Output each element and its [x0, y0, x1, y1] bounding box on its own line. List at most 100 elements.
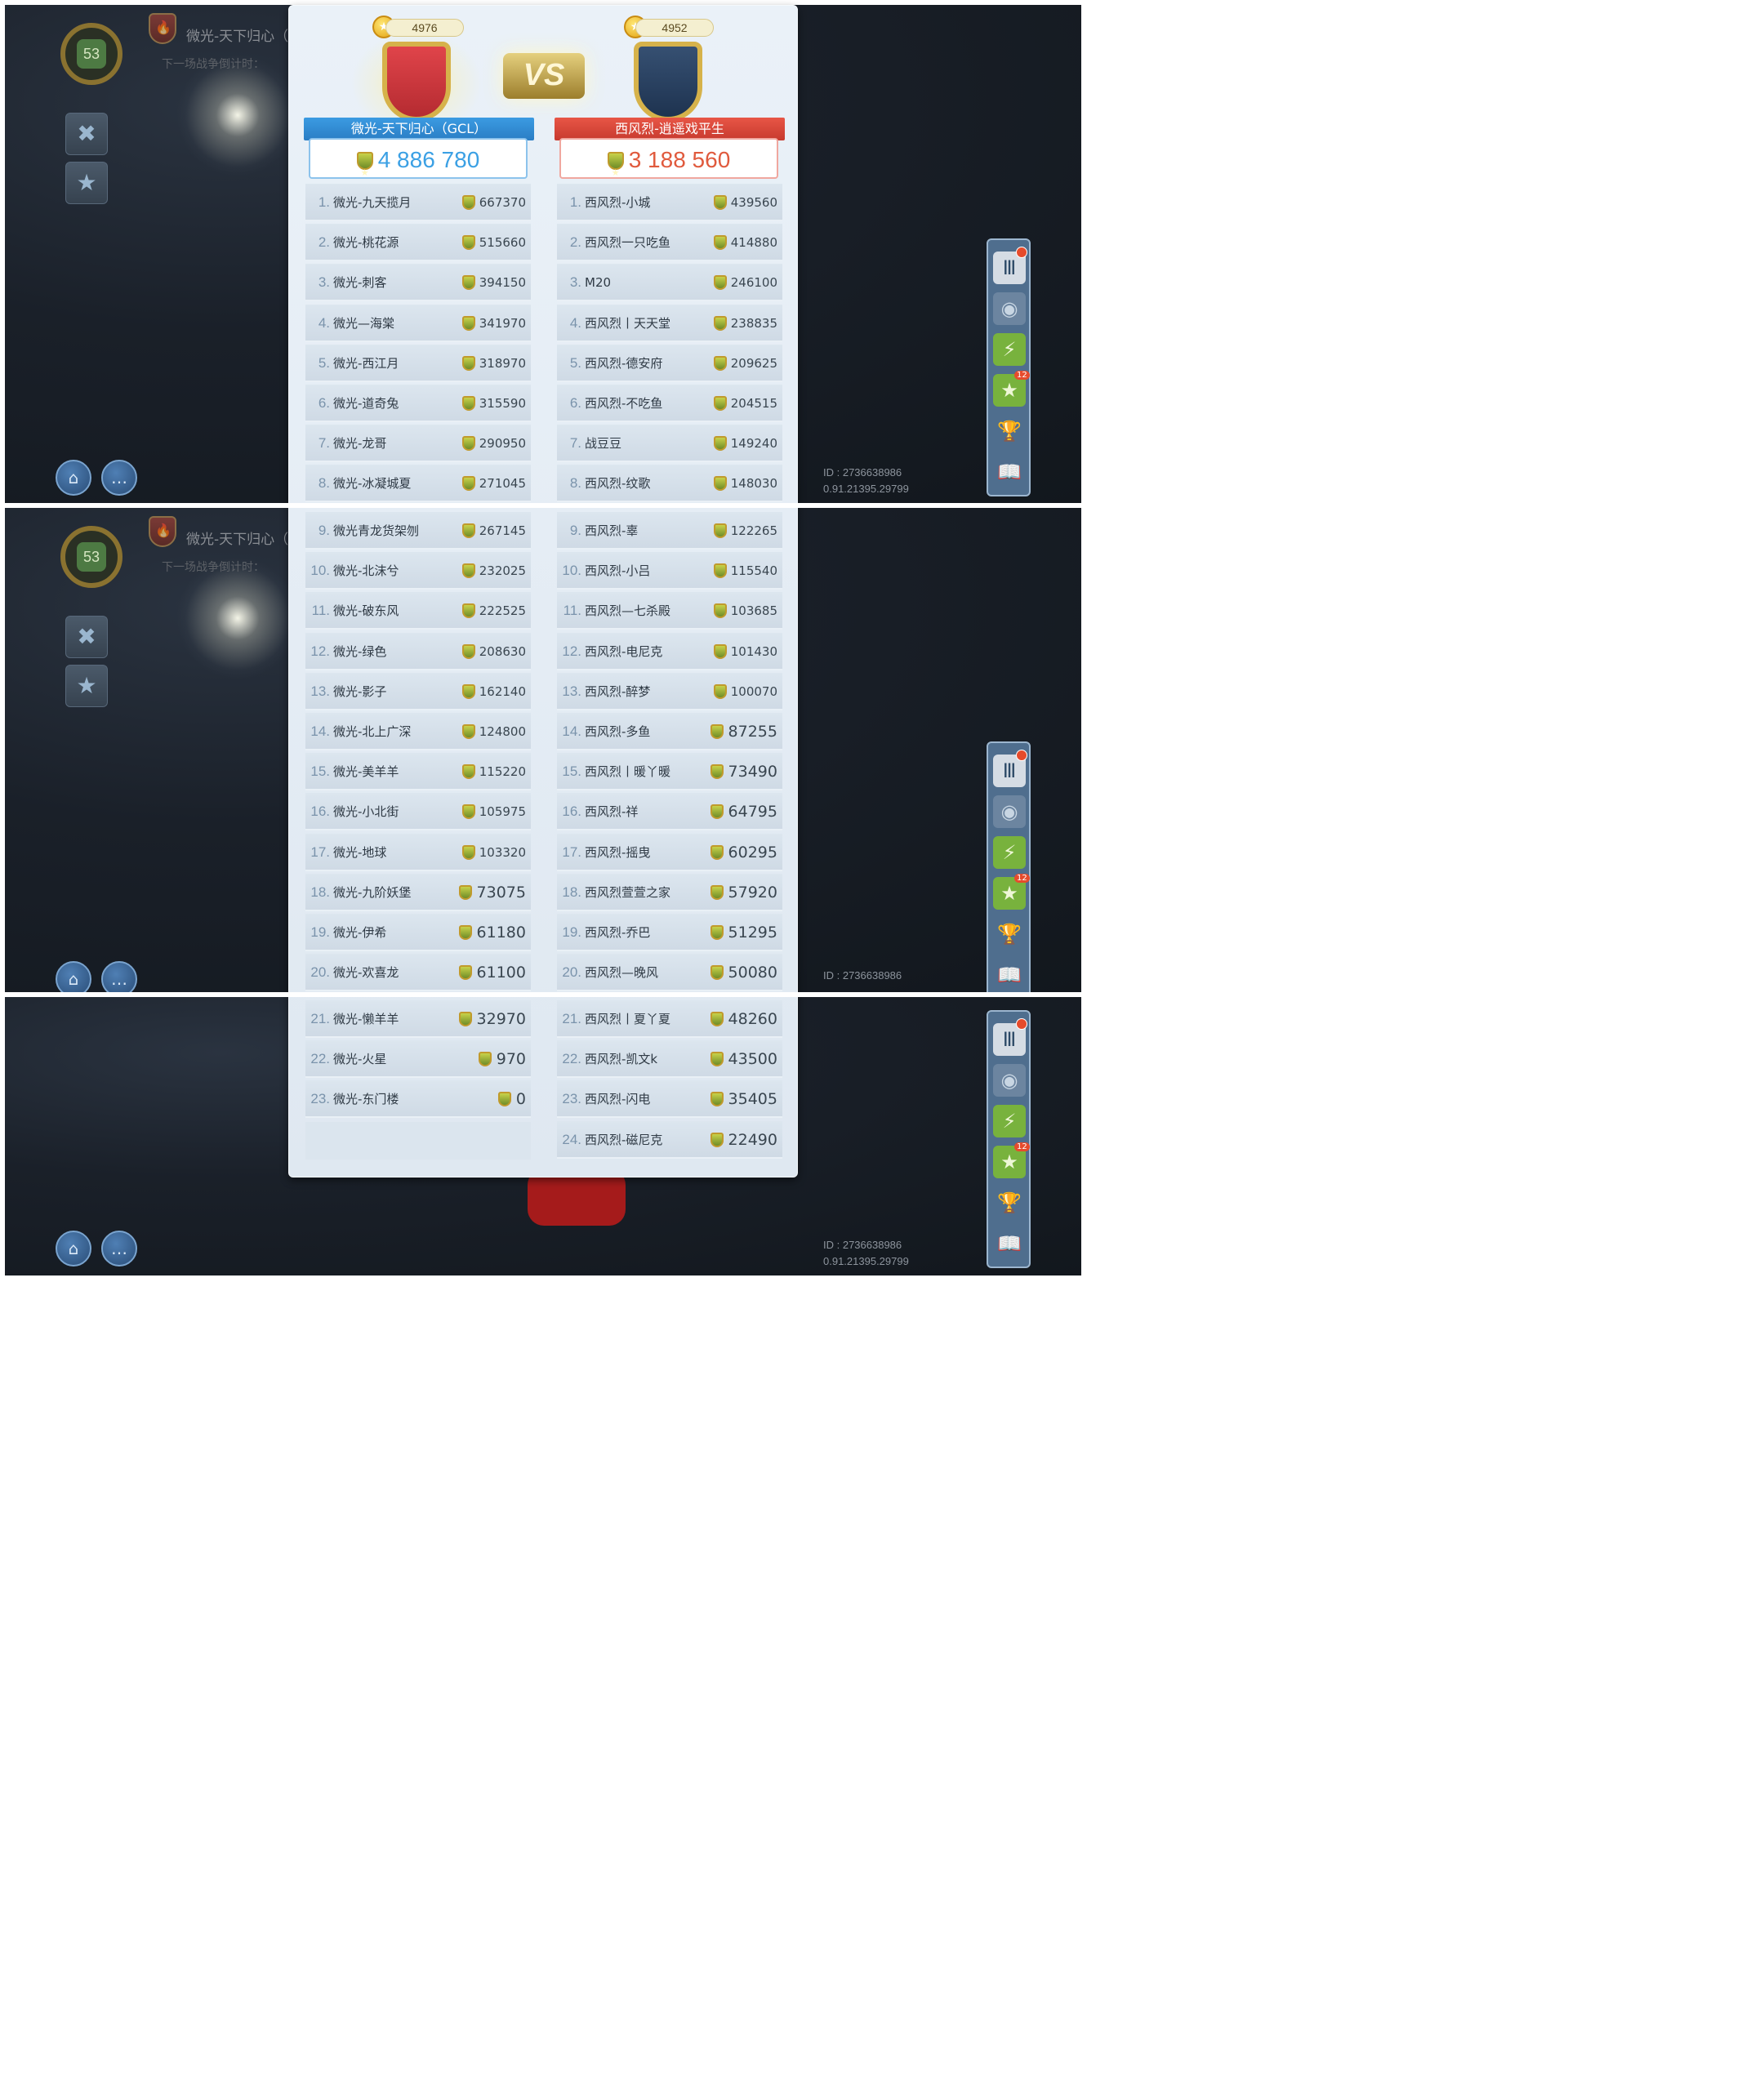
- guide-book-icon[interactable]: 📖: [993, 456, 1026, 488]
- shop-button[interactable]: ★: [65, 665, 108, 707]
- radar-icon[interactable]: ◉: [993, 795, 1026, 828]
- right-member-row[interactable]: 7. 战豆豆 149240: [557, 425, 782, 463]
- left-member-row[interactable]: 2. 微光-桃花源 515660: [305, 224, 531, 262]
- trophy-icon[interactable]: 🏆: [993, 1186, 1026, 1219]
- left-member-row[interactable]: 18. 微光-九阶妖堡 73075: [305, 873, 531, 911]
- left-member-row[interactable]: 23. 微光-东门楼 0: [305, 1080, 531, 1119]
- right-member-row[interactable]: 8. 西风烈-纹歌 148030: [557, 465, 782, 503]
- member-score: 48260: [728, 1010, 777, 1028]
- right-member-row[interactable]: 9. 西风烈-辜 122265: [557, 512, 782, 550]
- left-member-row[interactable]: 3. 微光-刺客 394150: [305, 264, 531, 302]
- right-member-row[interactable]: 2. 西风烈一只吃鱼 414880: [557, 224, 782, 262]
- right-member-row[interactable]: 16. 西风烈-祥 64795: [557, 793, 782, 831]
- right-member-row[interactable]: 18. 西风烈萱萱之家 57920: [557, 873, 782, 911]
- member-rank: 10.: [310, 563, 330, 579]
- member-rank: 23.: [562, 1091, 581, 1107]
- right-member-row[interactable]: 13. 西风烈-醉梦 100070: [557, 672, 782, 710]
- member-score: 64795: [728, 803, 777, 821]
- shop-button[interactable]: ★: [65, 162, 108, 204]
- right-alliance-shield-icon[interactable]: [634, 42, 702, 122]
- left-member-row[interactable]: 4. 微光—海棠 341970: [305, 304, 531, 342]
- member-name: 微光-西江月: [333, 355, 399, 371]
- trophy-icon[interactable]: 🏆: [993, 918, 1026, 950]
- right-member-row[interactable]: 4. 西风烈丨天天堂 238835: [557, 304, 782, 342]
- left-member-row[interactable]: 5. 微光-西江月 318970: [305, 344, 531, 382]
- left-alliance-shield-icon[interactable]: [382, 42, 451, 122]
- right-member-row[interactable]: 5. 西风烈-德安府 209625: [557, 344, 782, 382]
- guide-book-icon[interactable]: 📖: [993, 959, 1026, 991]
- home-button[interactable]: ⌂: [56, 961, 91, 992]
- right-member-row[interactable]: 19. 西风烈-乔巴 51295: [557, 914, 782, 951]
- left-member-row[interactable]: 6. 微光-道奇兔 315590: [305, 385, 531, 422]
- right-member-row[interactable]: 14. 西风烈-多鱼 87255: [557, 713, 782, 750]
- right-member-row[interactable]: 21. 西风烈丨夏丫夏 48260: [557, 1000, 782, 1038]
- guide-book-icon[interactable]: 📖: [993, 1227, 1026, 1260]
- member-rank: 21.: [562, 1011, 581, 1026]
- member-rank: 7.: [318, 435, 330, 452]
- right-member-row[interactable]: 23. 西风烈-闪电 35405: [557, 1080, 782, 1119]
- tools-button[interactable]: ✖: [65, 113, 108, 155]
- member-score: 50080: [728, 964, 777, 982]
- right-member-row[interactable]: 17. 西风烈-摇曳 60295: [557, 833, 782, 871]
- right-member-row[interactable]: 11. 西风烈—七杀殿 103685: [557, 592, 782, 630]
- left-member-row[interactable]: 14. 微光-北上广深 124800: [305, 713, 531, 750]
- energy-card-icon[interactable]: ⚡: [993, 836, 1026, 869]
- home-icon: ⌂: [68, 969, 79, 989]
- right-member-row[interactable]: 1. 西风烈-小城 439560: [557, 184, 782, 221]
- left-member-row[interactable]: 16. 微光-小北街 105975: [305, 793, 531, 831]
- alliance-emblem-icon: [149, 516, 176, 547]
- left-member-row[interactable]: 17. 微光-地球 103320: [305, 833, 531, 871]
- right-member-row[interactable]: 10. 西风烈-小吕 115540: [557, 552, 782, 590]
- left-member-row[interactable]: 22. 微光-火星 970: [305, 1040, 531, 1079]
- left-member-row[interactable]: 21. 微光-懒羊羊 32970: [305, 1000, 531, 1038]
- left-member-row[interactable]: 1. 微光-九天揽月 667370: [305, 184, 531, 221]
- left-member-row[interactable]: 12. 微光-绿色 208630: [305, 632, 531, 670]
- left-member-row[interactable]: 15. 微光-美羊羊 115220: [305, 753, 531, 791]
- right-member-row[interactable]: 15. 西风烈丨暖丫暖 73490: [557, 753, 782, 791]
- member-name: 微光-地球: [333, 844, 387, 860]
- left-member-row[interactable]: 19. 微光-伊希 61180: [305, 914, 531, 951]
- radar-icon[interactable]: ◉: [993, 292, 1026, 325]
- medal-shield-icon: [710, 724, 724, 739]
- right-member-row[interactable]: 3. M20 246100: [557, 264, 782, 302]
- left-member-row[interactable]: 8. 微光-冰凝城夏 271045: [305, 465, 531, 503]
- left-member-row[interactable]: 9. 微光青龙货架刎 267145: [305, 512, 531, 550]
- right-member-row[interactable]: 20. 西风烈—晚风 50080: [557, 954, 782, 992]
- chat-button[interactable]: …: [101, 460, 137, 496]
- left-member-row[interactable]: 13. 微光-影子 162140: [305, 672, 531, 710]
- trophy-icon[interactable]: 🏆: [993, 415, 1026, 447]
- radar-icon[interactable]: ◉: [993, 1064, 1026, 1097]
- member-score: 208630: [479, 643, 526, 659]
- member-rank: 3.: [318, 274, 330, 291]
- member-rank: 4.: [318, 314, 330, 331]
- right-member-row[interactable]: 12. 西风烈-电尼克 101430: [557, 632, 782, 670]
- member-name: 西风烈丨天天堂: [585, 315, 671, 331]
- player-level-ring[interactable]: 53: [60, 23, 122, 85]
- member-name: 西风烈-闪电: [585, 1092, 651, 1107]
- player-level-ring[interactable]: 53: [60, 526, 122, 588]
- left-member-row[interactable]: 7. 微光-龙哥 290950: [305, 425, 531, 463]
- energy-card-icon[interactable]: ⚡: [993, 333, 1026, 366]
- home-button[interactable]: ⌂: [56, 460, 91, 496]
- alliance-name: 微光-天下归心（: [186, 532, 289, 548]
- right-member-row[interactable]: 6. 西风烈-不吃鱼 204515: [557, 385, 782, 422]
- right-member-row[interactable]: 22. 西风烈-凯文k 43500: [557, 1040, 782, 1079]
- tools-button[interactable]: ✖: [65, 616, 108, 658]
- left-member-row[interactable]: 10. 微光-北沫兮 232025: [305, 552, 531, 590]
- member-name: 西风烈-摇曳: [585, 844, 651, 860]
- member-name: 西风烈-不吃鱼: [585, 396, 663, 411]
- chat-button[interactable]: …: [101, 961, 137, 992]
- user-id-label: ID : 2736638986 0.91.21395.29799: [823, 466, 909, 495]
- member-name: 微光-美羊羊: [333, 764, 399, 780]
- right-member-row[interactable]: 24. 西风烈-磁尼克 22490: [557, 1120, 782, 1159]
- member-score: 100070: [730, 683, 777, 699]
- energy-card-icon[interactable]: ⚡: [993, 1105, 1026, 1137]
- war-countdown: 下一场战争倒计时：: [162, 561, 265, 574]
- user-id-label: ID : 2736638986: [823, 969, 902, 982]
- left-member-row[interactable]: 11. 微光-破东风 222525: [305, 592, 531, 630]
- chat-icon: …: [111, 1239, 127, 1258]
- chat-button[interactable]: …: [101, 1231, 137, 1267]
- member-score: 162140: [479, 683, 526, 699]
- left-member-row[interactable]: 20. 微光-欢喜龙 61100: [305, 954, 531, 992]
- home-button[interactable]: ⌂: [56, 1231, 91, 1267]
